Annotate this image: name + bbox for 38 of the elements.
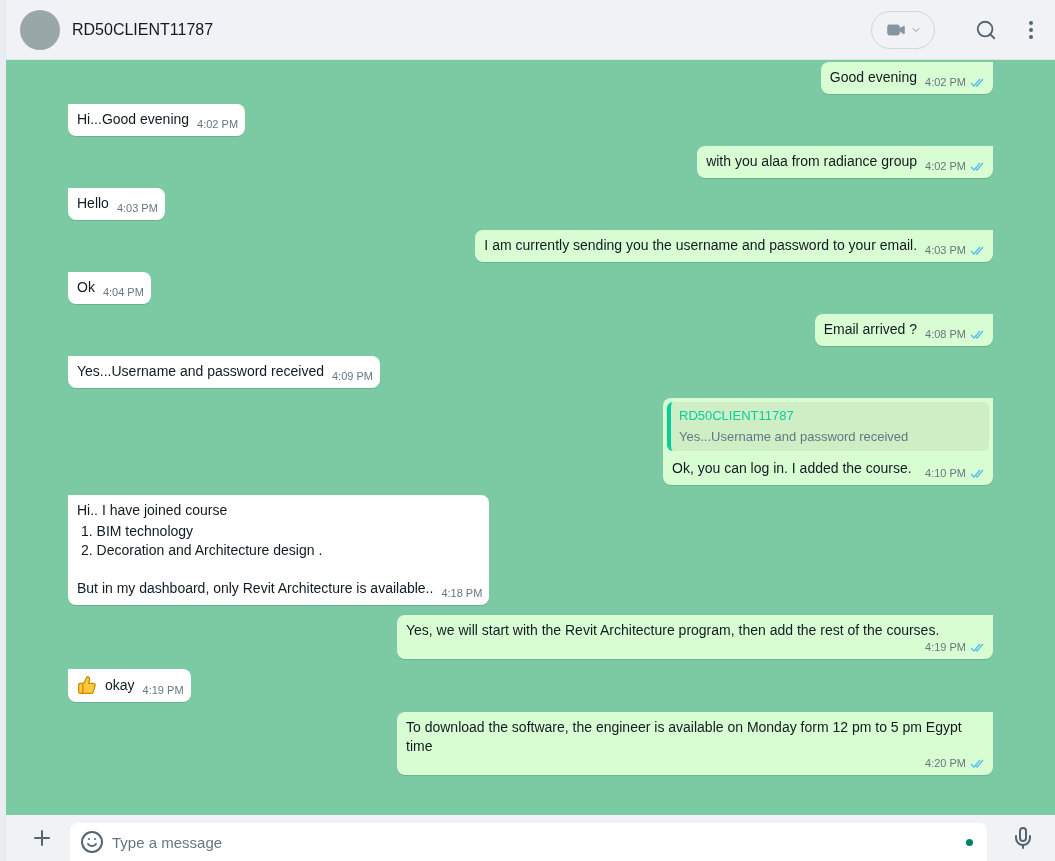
emoji-icon[interactable] xyxy=(80,830,104,854)
message-time: 4:19 PM xyxy=(142,683,184,697)
status-dot xyxy=(966,838,973,846)
message-text: Good evening xyxy=(829,68,918,87)
message-time: 4:20 PM xyxy=(925,756,966,770)
message-text: Ok xyxy=(77,278,95,297)
list-item: 1. BIM technology xyxy=(81,522,195,541)
message-time: 4:18 PM xyxy=(441,586,483,600)
message-time: 4:08 PM xyxy=(925,327,966,341)
message-text: Hi...Good evening xyxy=(77,110,190,129)
message-text: with you alaa from radiance group xyxy=(706,152,918,171)
message-time: 4:04 PM xyxy=(102,285,144,299)
message-time: 4:02 PM xyxy=(925,159,966,173)
quoted-author: RD50CLIENT11787 xyxy=(679,408,795,423)
quoted-message[interactable]: RD50CLIENT11787 Yes...Username and password received xyxy=(667,402,989,451)
message-text: Hello xyxy=(77,194,109,213)
message-text: But in my dashboard, only Revit Architecture is available.. xyxy=(77,579,434,598)
message-text: Yes...Username and password received xyxy=(77,362,324,381)
message-time: 4:02 PM xyxy=(925,75,966,89)
message-text: Yes, we will start with the Revit Architecture program, then add the rest of the courses. xyxy=(406,621,940,640)
message-text: Hi.. I have joined course xyxy=(77,501,229,520)
message-time: 4:10 PM xyxy=(925,466,966,480)
message-field[interactable]: Type a message xyxy=(70,823,987,861)
message-text: Email arrived ? xyxy=(823,320,918,339)
message-time: 4:03 PM xyxy=(116,201,158,215)
list-item: 2. Decoration and Architecture design . xyxy=(81,541,324,560)
search-icon xyxy=(975,18,997,41)
message-text: okay xyxy=(105,676,135,695)
message-text: Ok, you can log in. I added the course. xyxy=(672,459,912,478)
quoted-text: Yes...Username and password received xyxy=(679,429,910,444)
video-call-button[interactable] xyxy=(871,10,935,49)
message-time: 4:03 PM xyxy=(925,243,966,257)
message-time: 4:19 PM xyxy=(925,640,966,654)
menu-icon xyxy=(1029,20,1033,39)
message-time: 4:02 PM xyxy=(197,117,239,131)
message-time: 4:09 PM xyxy=(331,369,373,383)
message-text: To download the software, the engineer is available on Monday form 12 pm to 5 pm Egypt time xyxy=(406,718,963,756)
message-text: I am currently sending you the username and password to your email. xyxy=(484,236,918,255)
